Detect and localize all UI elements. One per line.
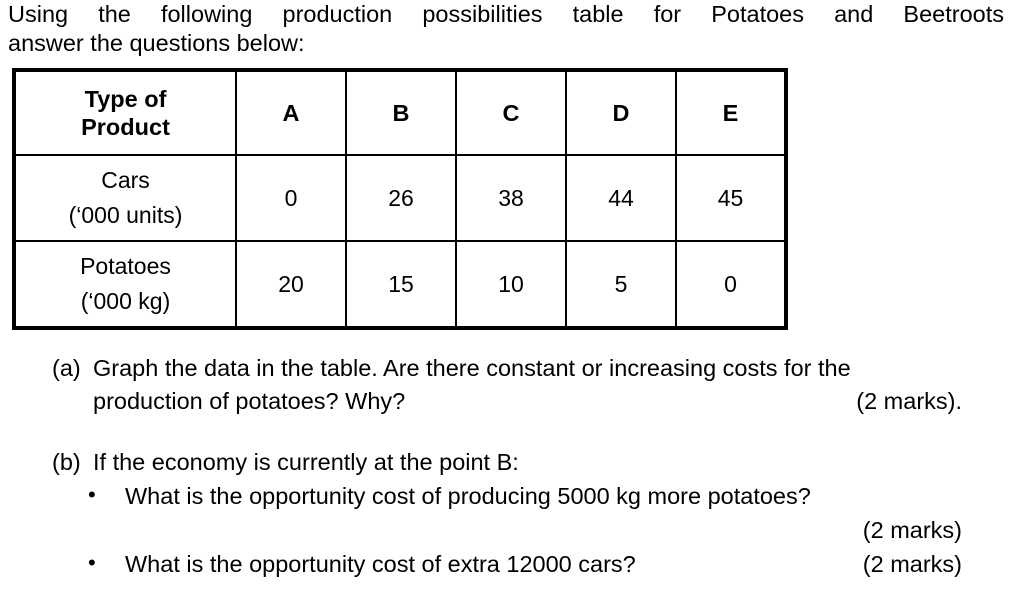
cell-cars-e: 45 — [675, 154, 787, 242]
cell-potatoes-c: 10 — [455, 240, 567, 329]
cell-cars-d: 44 — [565, 154, 677, 242]
column-header-e: E — [675, 69, 787, 156]
row-label-name: Cars — [101, 167, 150, 193]
row-label-unit: (‘000 kg) — [80, 288, 171, 314]
table-row: Cars (‘000 units) 0 26 38 44 45 — [13, 154, 787, 242]
list-item: • What is the opportunity cost of produc… — [0, 479, 1024, 547]
row-header-cars: Cars (‘000 units) — [13, 154, 237, 242]
question-a-text-line-2: production of potatoes? Why? — [93, 388, 406, 414]
cell-cars-b: 26 — [345, 154, 457, 242]
cell-potatoes-b: 15 — [345, 240, 457, 329]
questions-section: (a) Graph the data in the table. Are the… — [0, 352, 1024, 581]
table-body: Cars (‘000 units) 0 26 38 44 45 Potatoes… — [13, 154, 787, 329]
column-header-type-of-product: Type of Product — [13, 69, 237, 156]
table-header-row: Type of Product A B C D E — [13, 69, 787, 156]
intro-paragraph: Using the following production possibili… — [8, 0, 1004, 58]
row-label-unit: (‘000 units) — [68, 202, 183, 228]
question-a-text-line-1: Graph the data in the table. Are there c… — [93, 355, 851, 381]
question-b-text-line-1: If the economy is currently at the point… — [93, 449, 519, 475]
column-header-c: C — [455, 69, 567, 156]
column-header-a: A — [235, 69, 347, 156]
question-spacer — [0, 418, 1024, 446]
cell-cars-c: 38 — [455, 154, 567, 242]
bullet-1-marks: (2 marks) — [862, 517, 962, 543]
list-item: • (2 marks) What is the opportunity cost… — [0, 547, 1024, 581]
row-label-name: Potatoes — [80, 253, 171, 279]
header-label-line-1: Type of — [84, 86, 167, 112]
question-a-marker: (a) — [52, 355, 81, 381]
intro-line-2: answer the questions below: — [8, 30, 305, 56]
question-b: (b) If the economy is currently at the p… — [0, 446, 1024, 479]
column-header-b: B — [345, 69, 457, 156]
table-row: Potatoes (‘000 kg) 20 15 10 5 0 — [13, 240, 787, 329]
intro-line-1: Using the following production possibili… — [8, 1, 1004, 27]
question-b-bullet-list: • What is the opportunity cost of produc… — [0, 479, 1024, 581]
cell-cars-a: 0 — [235, 154, 347, 242]
bullet-2-marks: (2 marks) — [862, 551, 962, 577]
bullet-icon: • — [88, 482, 96, 507]
table-header: Type of Product A B C D E — [13, 69, 787, 156]
question-b-marker: (b) — [52, 449, 81, 475]
question-a-line-2-wrapper: (2 marks). production of potatoes? Why? — [93, 385, 1024, 418]
bullet-2-text: What is the opportunity cost of extra 12… — [125, 551, 636, 577]
header-label-line-2: Product — [81, 114, 170, 140]
production-possibilities-table: Type of Product A B C D E Cars (‘000 uni… — [12, 68, 788, 330]
question-a-marks: (2 marks). — [856, 388, 962, 414]
question-a: (a) Graph the data in the table. Are the… — [0, 352, 1024, 418]
column-header-d: D — [565, 69, 677, 156]
cell-potatoes-e: 0 — [675, 240, 787, 329]
cell-potatoes-a: 20 — [235, 240, 347, 329]
document-page: Using the following production possibili… — [0, 0, 1024, 597]
row-header-potatoes: Potatoes (‘000 kg) — [13, 240, 237, 329]
bullet-icon: • — [88, 550, 96, 575]
bullet-1-text: What is the opportunity cost of producin… — [125, 483, 811, 509]
cell-potatoes-d: 5 — [565, 240, 677, 329]
